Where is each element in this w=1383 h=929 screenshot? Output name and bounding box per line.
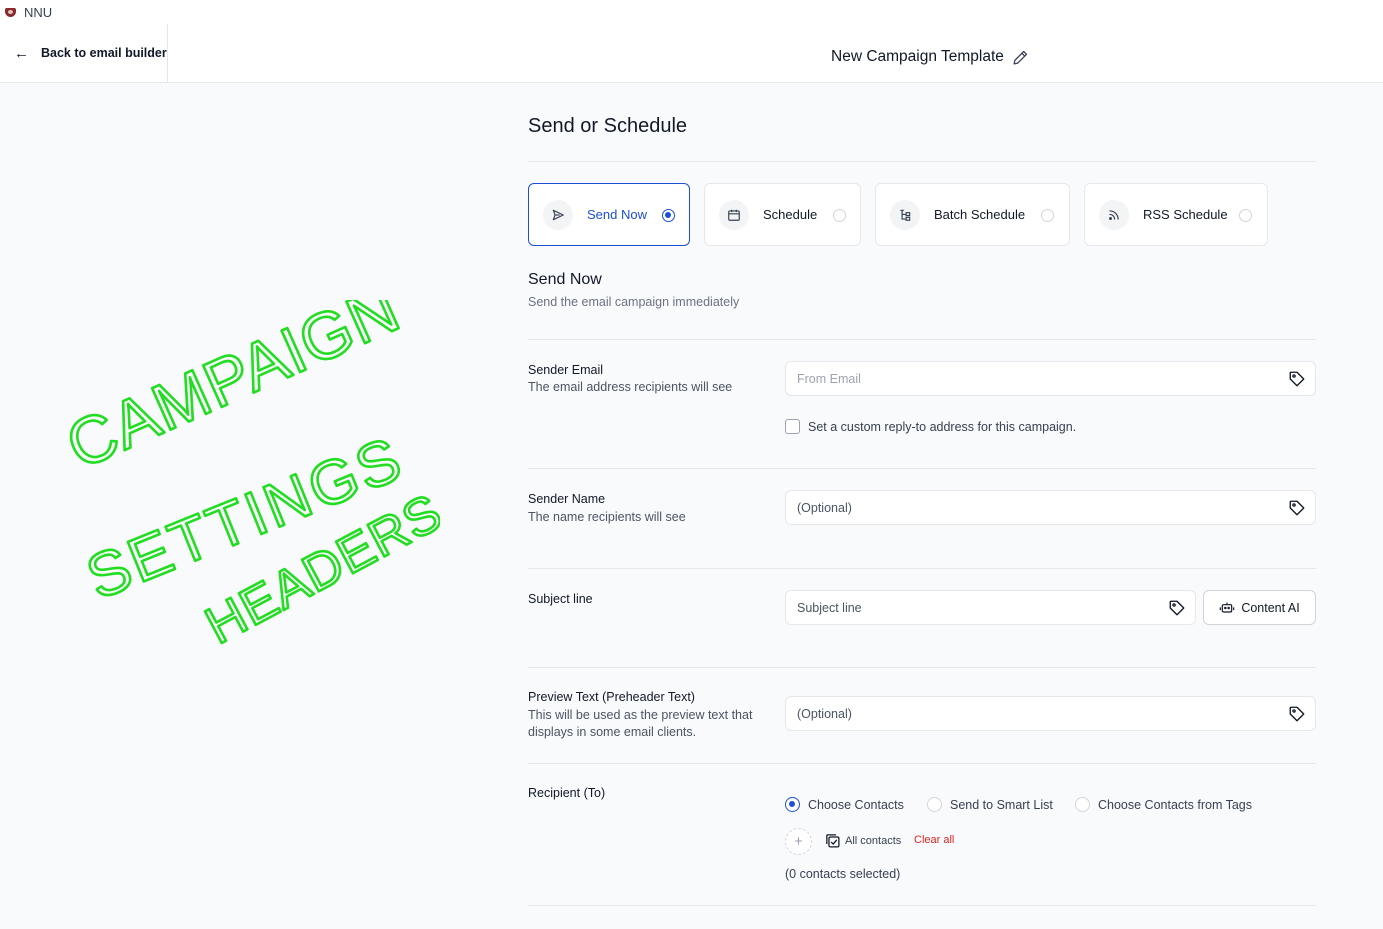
- option-label: Schedule: [763, 207, 818, 222]
- all-contacts-chip[interactable]: All contacts: [824, 832, 901, 849]
- option-send-now[interactable]: Send Now: [528, 183, 690, 246]
- tag-icon[interactable]: [1288, 499, 1306, 517]
- divider: [528, 905, 1316, 906]
- pencil-icon[interactable]: [1012, 49, 1029, 66]
- content-ai-label: Content AI: [1241, 600, 1300, 615]
- option-radio[interactable]: [833, 209, 846, 222]
- handwritten-annotation: CAMPAIGN SETTINGS HEADERS: [60, 300, 440, 657]
- recipient-option-label: Send to Smart List: [950, 797, 1053, 812]
- page-heading: Send or Schedule: [528, 115, 688, 137]
- org-name: NNU: [24, 4, 53, 20]
- preview-text-label: Preview Text (Preheader Text): [528, 690, 695, 704]
- divider: [528, 763, 1316, 764]
- divider: [528, 667, 1316, 668]
- window-titlebar: NNU: [0, 0, 1383, 24]
- divider: [528, 468, 1316, 469]
- sender-name-input[interactable]: [786, 500, 1275, 515]
- all-contacts-label: All contacts: [845, 834, 902, 847]
- divider: [528, 161, 1316, 162]
- section-title: Send Now: [528, 271, 602, 288]
- sender-name-label: Sender Name: [528, 492, 606, 506]
- recipient-radio[interactable]: [1075, 797, 1090, 812]
- option-radio[interactable]: [1239, 209, 1252, 222]
- sender-name-field: [785, 490, 1316, 525]
- reply-to-label: Set a custom reply-to address for this c…: [808, 419, 1077, 434]
- option-rss-schedule[interactable]: RSS Schedule: [1084, 183, 1268, 246]
- option-radio[interactable]: [1041, 209, 1054, 222]
- page-header: ← Back to email builder New Campaign Tem…: [0, 24, 1383, 83]
- org-logo-icon: [4, 7, 17, 18]
- back-button-label: Back to email builder: [41, 46, 167, 60]
- divider: [528, 339, 1316, 340]
- preview-text-input[interactable]: [786, 706, 1275, 721]
- contacts-count: (0 contacts selected): [785, 867, 901, 881]
- preview-text-field: [785, 696, 1316, 731]
- sender-name-description: The name recipients will see: [528, 510, 686, 524]
- add-contacts-button[interactable]: +: [785, 828, 812, 855]
- option-label: Batch Schedule: [934, 207, 1026, 222]
- reply-to-checkbox[interactable]: [785, 419, 800, 434]
- subject-field: [785, 590, 1196, 625]
- recipient-radio[interactable]: [927, 797, 942, 812]
- recipient-radio[interactable]: [785, 797, 800, 812]
- batch-icon: [890, 199, 920, 230]
- tag-icon[interactable]: [1168, 599, 1186, 617]
- section-subtitle: Send the email campaign immediately: [528, 295, 740, 309]
- sender-email-description: The email address recipients will see: [528, 380, 733, 394]
- option-radio[interactable]: [662, 209, 675, 222]
- option-label: Send Now: [587, 207, 647, 222]
- divider: [528, 568, 1316, 569]
- sender-email-label: Sender Email: [528, 363, 604, 377]
- tag-icon[interactable]: [1288, 705, 1306, 723]
- recipient-option-choose-contacts[interactable]: Choose Contacts: [785, 797, 904, 812]
- back-to-builder-button[interactable]: ← Back to email builder: [0, 24, 168, 82]
- send-icon: [543, 199, 573, 230]
- tag-icon[interactable]: [1288, 370, 1306, 388]
- sender-email-field: [785, 361, 1316, 396]
- option-schedule[interactable]: Schedule: [704, 183, 861, 246]
- content-ai-button[interactable]: Content AI: [1203, 590, 1316, 625]
- arrow-left-icon: ←: [14, 44, 29, 62]
- calendar-icon: [719, 199, 749, 230]
- sender-email-input[interactable]: [786, 371, 1275, 386]
- template-title: New Campaign Template: [831, 48, 1004, 65]
- recipient-label: Recipient (To): [528, 786, 606, 800]
- recipient-option-label: Choose Contacts: [808, 797, 904, 812]
- recipient-option-tags[interactable]: Choose Contacts from Tags: [1075, 797, 1252, 812]
- checkbox-multiple-icon: [826, 834, 840, 848]
- template-title-wrap: New Campaign Template: [831, 48, 1029, 66]
- recipient-option-label: Choose Contacts from Tags: [1098, 797, 1253, 812]
- subject-label: Subject line: [528, 592, 593, 606]
- clear-all-link[interactable]: Clear all: [914, 834, 954, 846]
- rss-icon: [1099, 199, 1129, 230]
- reply-to-row[interactable]: Set a custom reply-to address for this c…: [785, 419, 1076, 434]
- robot-icon: [1220, 602, 1235, 613]
- option-label: RSS Schedule: [1143, 207, 1228, 222]
- preview-text-description: This will be used as the preview text th…: [528, 708, 753, 739]
- subject-input[interactable]: [786, 600, 1155, 615]
- option-batch-schedule[interactable]: Batch Schedule: [875, 183, 1070, 246]
- recipient-option-smart-list[interactable]: Send to Smart List: [927, 797, 1053, 812]
